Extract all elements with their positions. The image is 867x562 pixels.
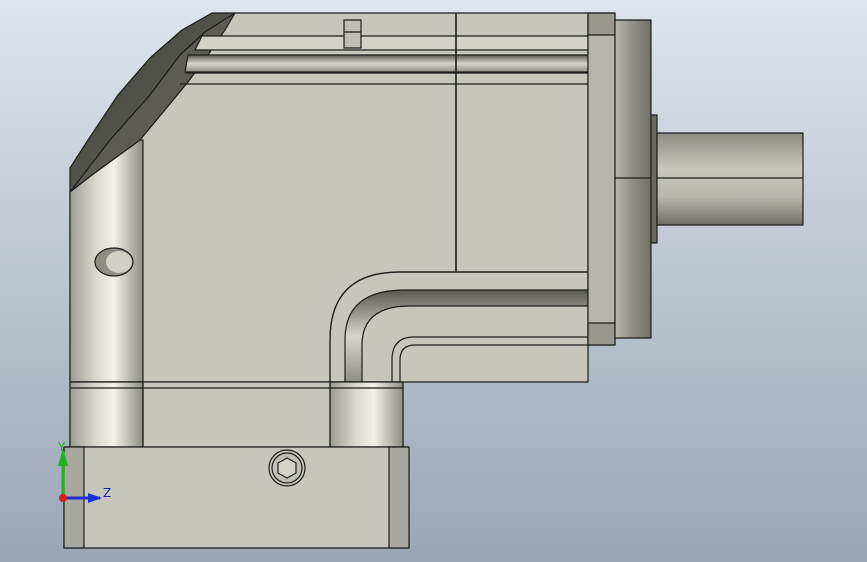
input-flange[interactable]: [63, 446, 410, 549]
socket-screw[interactable]: [268, 449, 306, 487]
output-flange[interactable]: [587, 12, 616, 346]
triad-y-label: Y: [58, 440, 66, 454]
output-shaft[interactable]: [656, 132, 804, 226]
graphics-viewport[interactable]: Y Z: [0, 0, 867, 562]
triad-z-label: Z: [103, 486, 112, 500]
key-block: [343, 19, 362, 49]
model-view[interactable]: [0, 0, 867, 562]
top-slot-upper: [194, 35, 589, 51]
pilot-ring: [614, 19, 652, 339]
top-slot-lower: [184, 54, 589, 73]
